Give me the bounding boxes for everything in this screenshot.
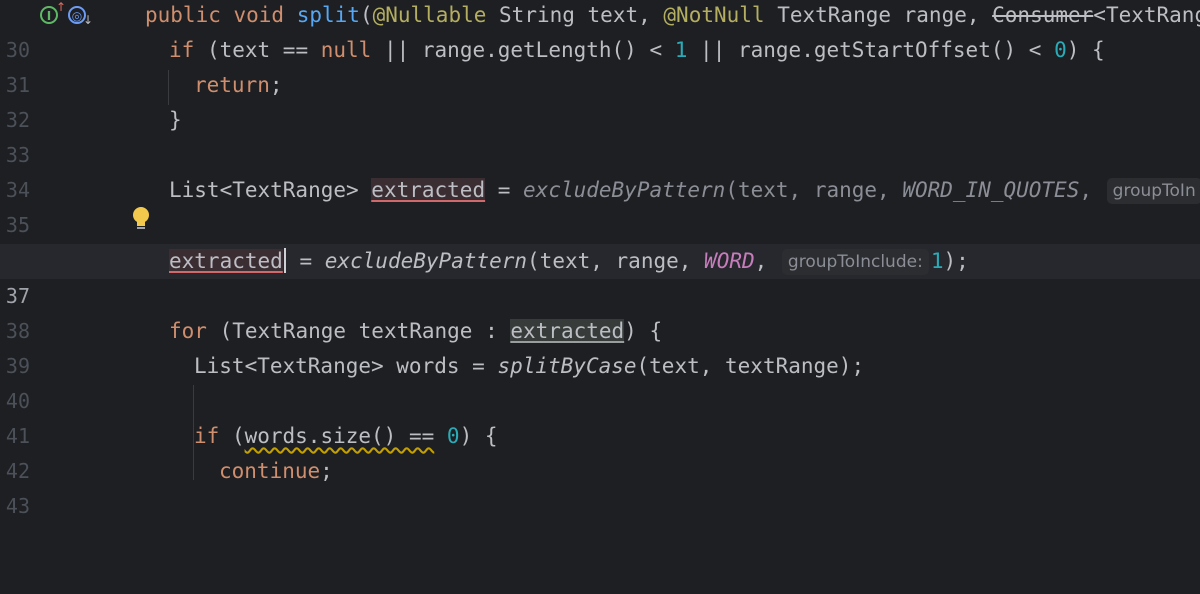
code-fragment: ) { [1066, 38, 1105, 62]
code-fragment: (text, range, [725, 178, 903, 202]
code-fragment: (text, textRange); [636, 354, 865, 378]
variable-highlight: extracted [169, 249, 283, 273]
code-fragment: , [1079, 178, 1105, 202]
code-text: } [169, 108, 182, 132]
warning-highlight[interactable]: words.size() == [245, 424, 435, 448]
method-name: split [296, 3, 360, 27]
code-line[interactable]: 38 [0, 279, 1200, 343]
line-number: 43 [5, 494, 30, 518]
code-fragment: (TextRange textRange : [206, 319, 511, 343]
number-literal: 1 [674, 38, 688, 62]
code-line[interactable]: 31 if (text == null || range.getLength()… [0, 33, 1200, 97]
annotation: @NotNull [663, 3, 765, 27]
paren: ( [359, 3, 373, 27]
keyword: return [194, 73, 270, 97]
code-editor[interactable]: 30 I ↑ ◎ ↓ public void split(@Nullable S… [0, 0, 1200, 518]
code-line[interactable]: 41 [0, 384, 1200, 448]
code-fragment: ( [219, 424, 245, 448]
code-text: if (words.size() == 0) { [194, 419, 498, 454]
code-line[interactable]: 36 [0, 208, 1200, 272]
keyword: continue [219, 459, 321, 483]
code-line[interactable]: 35 List<TextRange> extracted = excludeBy… [0, 173, 1200, 237]
code-line[interactable]: 32 return; [0, 68, 1200, 132]
method-call: excludeByPattern [523, 178, 726, 202]
code-text: for (TextRange textRange : extracted) { [169, 314, 662, 349]
code-fragment: ) { [459, 424, 498, 448]
code-text: public void split(@Nullable String text,… [145, 0, 1200, 33]
code-fragment: List<TextRange> words = [194, 354, 498, 378]
number-literal: 0 [1054, 38, 1067, 62]
code-line[interactable]: 39 for (TextRange textRange : extracted)… [0, 314, 1200, 378]
keyword: if [169, 38, 195, 62]
constant: WORD_IN_QUOTES [902, 178, 1080, 202]
parameter-hint: groupToInclude: [781, 249, 929, 275]
parameter-hint: groupToIn [1106, 178, 1200, 204]
lightbulb-icon[interactable] [130, 205, 152, 231]
code-fragment: , [754, 249, 780, 273]
deprecated-type: Consumer [992, 3, 1094, 27]
code-fragment: ; [269, 73, 283, 97]
code-text: return; [194, 68, 283, 103]
code-fragment [434, 424, 447, 448]
code-text: continue; [219, 454, 333, 489]
code-text: List<TextRange> words = splitByCase(text… [194, 349, 864, 384]
param: <TextRange [1093, 3, 1200, 27]
code-fragment: = [286, 249, 325, 273]
param: TextRange range, [764, 3, 993, 27]
code-line[interactable]: 33 } [0, 103, 1200, 167]
code-fragment: || range.getLength() < [371, 38, 675, 62]
code-fragment: = [485, 178, 524, 202]
code-line[interactable]: 40 List<TextRange> words = splitByCase(t… [0, 349, 1200, 413]
variable-usage-highlight: extracted [510, 319, 625, 343]
code-line[interactable]: 43 continue; [0, 454, 1200, 518]
variable-highlight: extracted [371, 178, 486, 202]
keyword: null [320, 38, 372, 62]
code-line[interactable]: 34 [0, 138, 1200, 202]
code-fragment: || range.getStartOffset() < [687, 38, 1055, 62]
number-literal: 0 [446, 424, 460, 448]
constant: WORD [704, 249, 755, 273]
code-line-current[interactable]: 37 extracted = excludeByPattern(text, ra… [0, 244, 1200, 308]
down-arrow-icon[interactable]: ↓ [83, 12, 93, 30]
text-caret [283, 248, 286, 273]
annotation: @Nullable [372, 3, 487, 27]
code-text: extracted = excludeByPattern(text, range… [169, 244, 969, 279]
code-text: if (text == null || range.getLength() < … [169, 33, 1105, 68]
keyword: public void [145, 3, 297, 27]
code-fragment: ; [320, 459, 333, 483]
up-arrow-icon[interactable]: ↑ [56, 0, 66, 17]
code-line[interactable]: 30 I ↑ ◎ ↓ public void split(@Nullable S… [0, 0, 1200, 62]
code-line[interactable]: 42 if (words.size() == 0) { [0, 419, 1200, 483]
code-fragment: (text, range, [527, 249, 705, 273]
code-text: List<TextRange> extracted = excludeByPat… [169, 173, 1200, 208]
method-call: excludeByPattern [324, 249, 528, 273]
method-call: splitByCase [497, 354, 637, 378]
keyword: for [169, 319, 207, 343]
type-name: List<TextRange> [169, 178, 372, 202]
code-fragment: (text == [194, 38, 321, 62]
keyword: if [194, 424, 220, 448]
number-literal: 1 [930, 249, 944, 273]
code-fragment: ); [943, 249, 969, 273]
param: String text, [486, 3, 664, 27]
code-fragment: ) { [624, 319, 663, 343]
